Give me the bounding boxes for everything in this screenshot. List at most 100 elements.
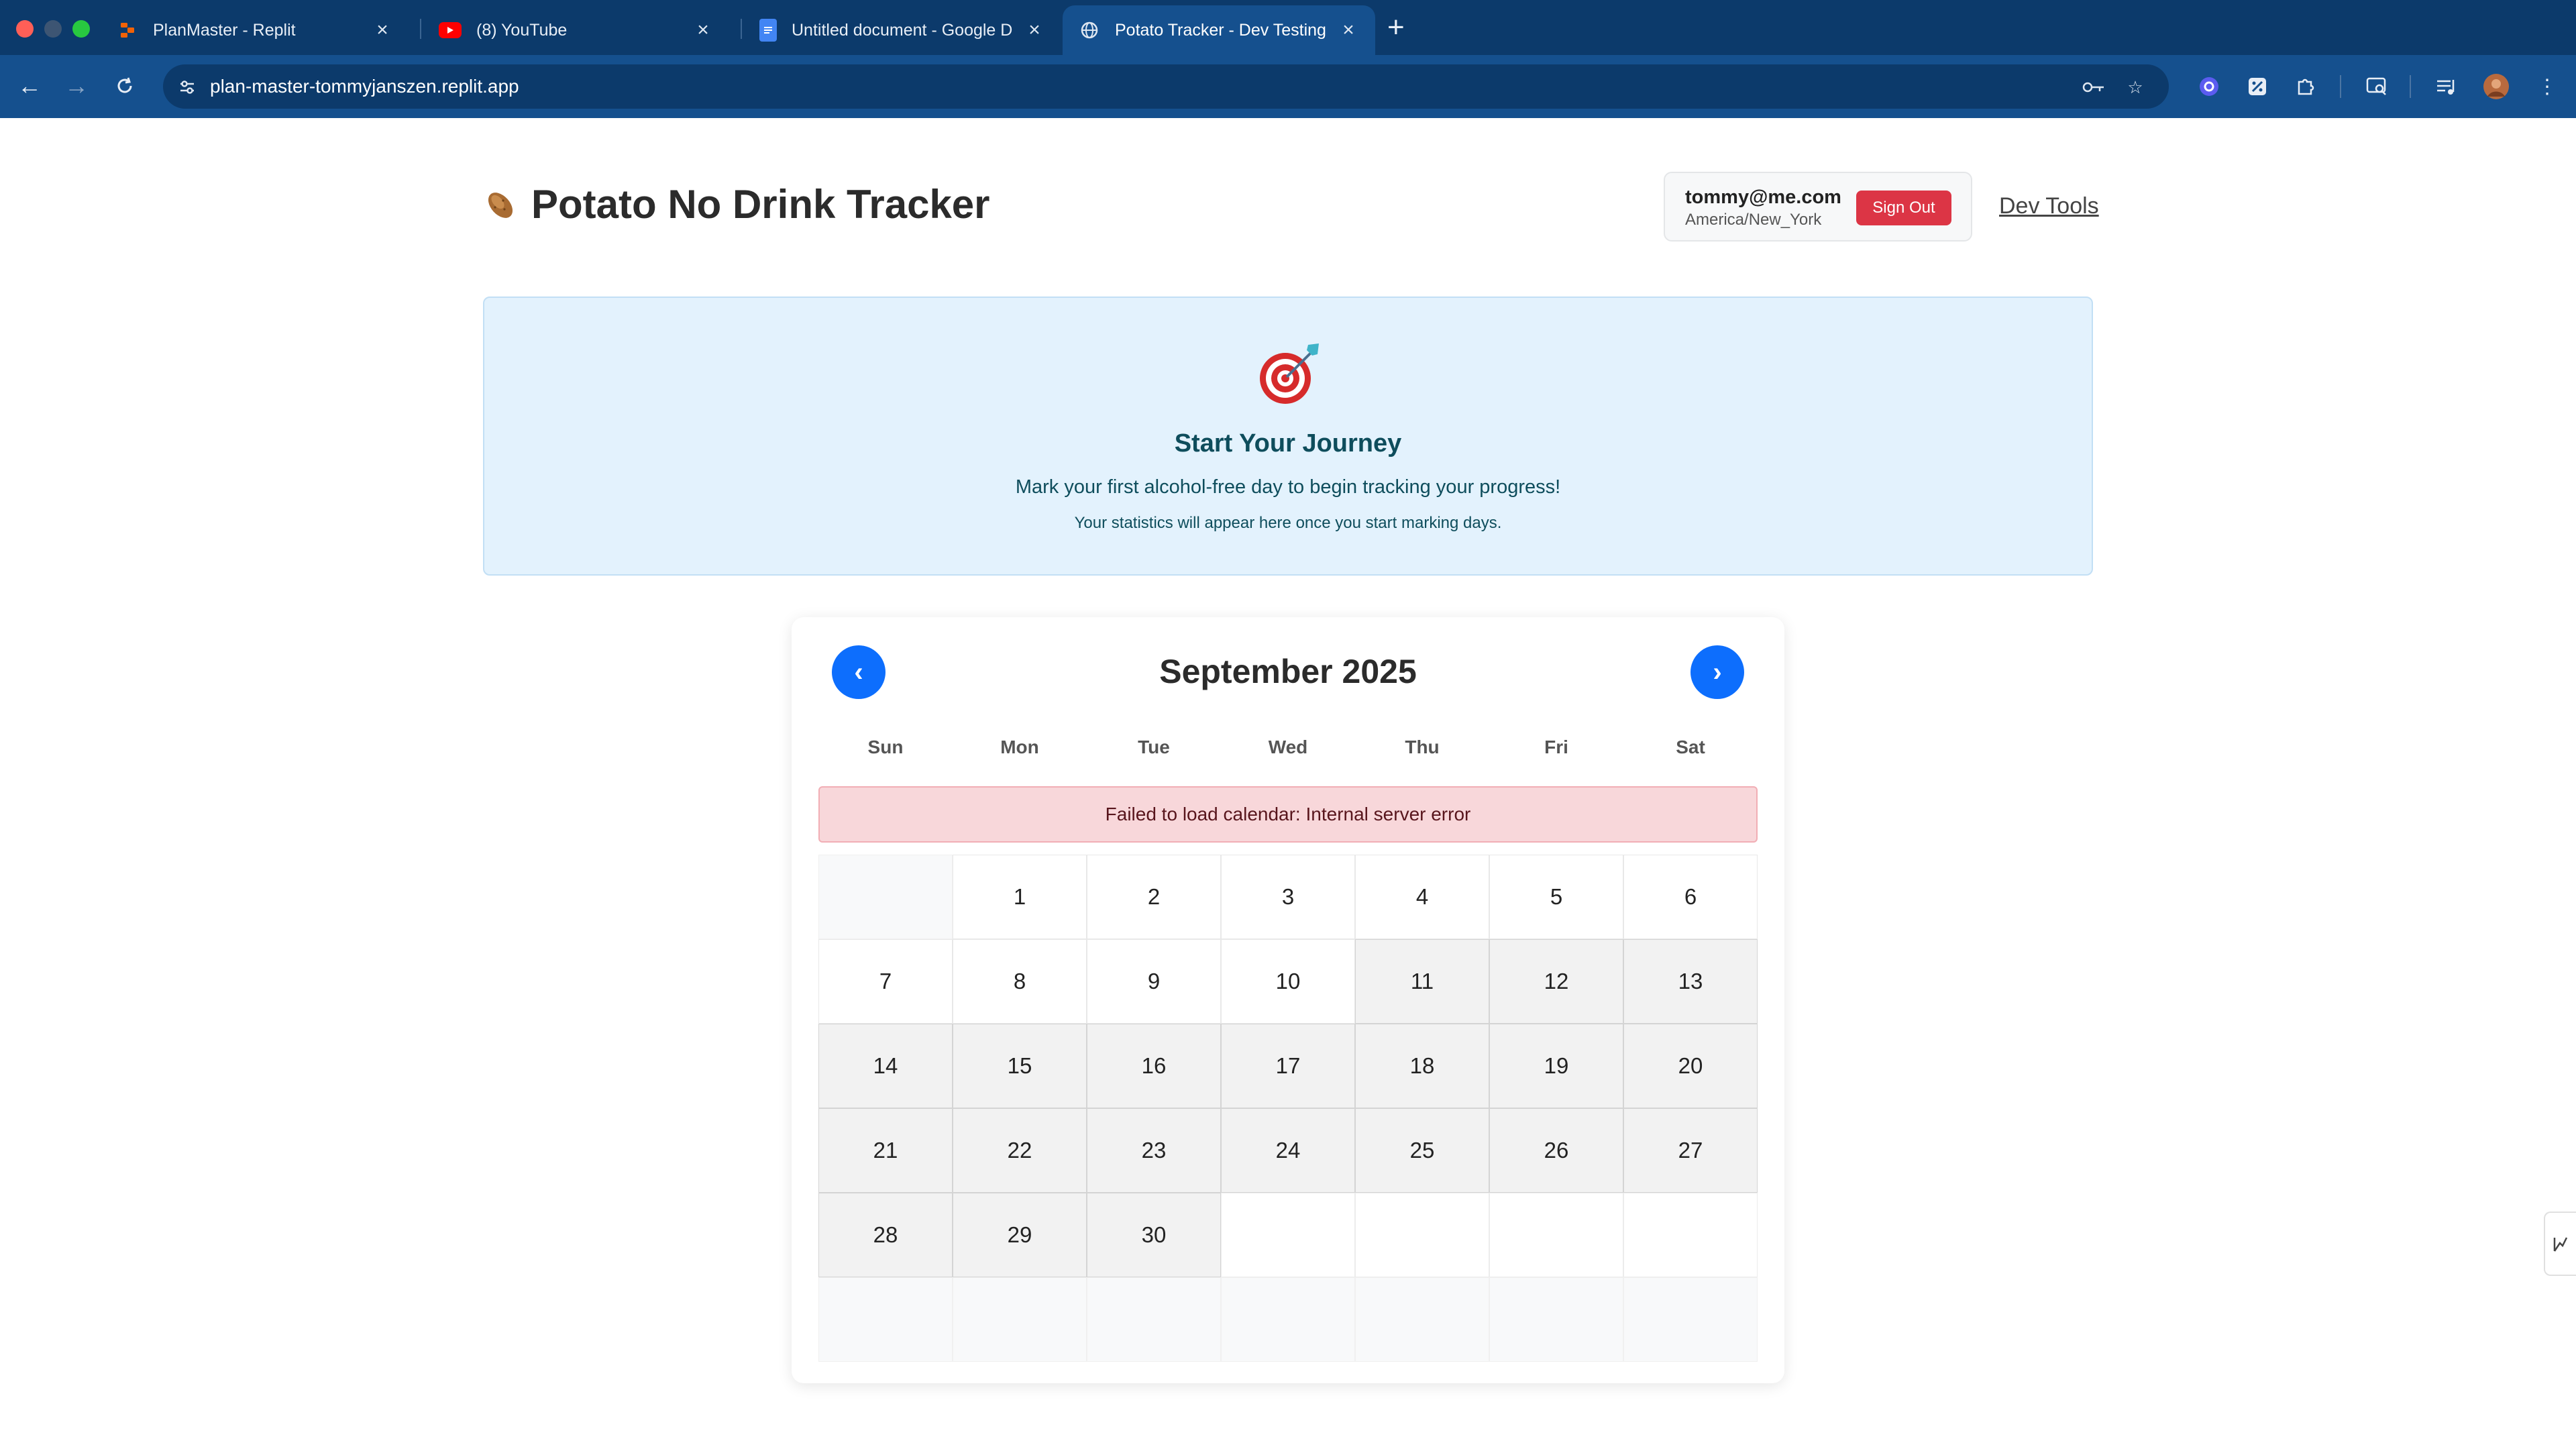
calendar-day-empty xyxy=(1489,1193,1623,1277)
extension-gear-icon[interactable] xyxy=(2195,72,2223,101)
extensions-puzzle-icon[interactable] xyxy=(2292,72,2320,101)
calendar-day[interactable]: 10 xyxy=(1221,939,1355,1024)
calendar-day[interactable]: 21 xyxy=(818,1108,953,1193)
journey-banner: Start Your Journey Mark your first alcoh… xyxy=(483,297,2093,576)
calendar-error-alert: Failed to load calendar: Internal server… xyxy=(818,786,1758,843)
calendar-day[interactable]: 2 xyxy=(1087,855,1221,939)
calendar-card: ‹ September 2025 › Sun Mon Tue Wed Thu F… xyxy=(792,617,1784,1383)
calendar-day-empty xyxy=(1489,1277,1623,1362)
calendar-grid: 1 2 3 4 5 6 7 8 9 10 11 12 13 14 15 16 1… xyxy=(818,855,1758,1362)
calendar-day[interactable]: 22 xyxy=(953,1108,1087,1193)
weekday-label: Wed xyxy=(1268,737,1308,757)
calendar-month-label: September 2025 xyxy=(1159,653,1417,690)
calendar-day[interactable]: 16 xyxy=(1087,1024,1221,1108)
calendar-day[interactable]: 20 xyxy=(1623,1024,1758,1108)
close-tab-icon[interactable]: × xyxy=(372,19,393,42)
page-title: Potato No Drink Tracker xyxy=(483,181,990,227)
extension-tool-icon[interactable] xyxy=(2243,72,2271,101)
close-window-button[interactable] xyxy=(16,20,34,38)
calendar-day[interactable]: 27 xyxy=(1623,1108,1758,1193)
close-tab-icon[interactable]: × xyxy=(692,19,714,42)
calendar-day-empty xyxy=(1623,1193,1758,1277)
user-timezone: America/New_York xyxy=(1685,211,1822,229)
site-settings-icon[interactable] xyxy=(175,75,199,99)
reload-icon[interactable] xyxy=(106,67,144,105)
calendar-day[interactable]: 4 xyxy=(1355,855,1489,939)
minimize-window-button[interactable] xyxy=(44,20,62,38)
user-info-panel: tommy@me.com America/New_York Sign Out xyxy=(1664,172,1972,241)
globe-icon xyxy=(1079,19,1100,41)
side-panel-handle-icon[interactable] xyxy=(2544,1212,2576,1276)
toolbar-divider xyxy=(2340,75,2341,98)
weekday-label: Sat xyxy=(1676,737,1705,757)
zoom-window-button[interactable] xyxy=(72,20,90,38)
user-email: tommy@me.com xyxy=(1685,186,1841,208)
calendar-day[interactable]: 13 xyxy=(1623,939,1758,1024)
browser-menu-icon[interactable]: ⋮ xyxy=(2533,72,2561,101)
calendar-day[interactable]: 8 xyxy=(953,939,1087,1024)
journey-title: Start Your Journey xyxy=(1174,429,1402,458)
browser-tab-youtube[interactable]: (8) YouTube × xyxy=(423,5,730,55)
weekday-label: Thu xyxy=(1405,737,1440,757)
tab-divider xyxy=(420,19,421,39)
calendar-day[interactable]: 17 xyxy=(1221,1024,1355,1108)
back-arrow-icon[interactable]: ← xyxy=(11,67,48,105)
calendar-day[interactable]: 11 xyxy=(1355,939,1489,1024)
calendar-day[interactable]: 28 xyxy=(818,1193,953,1277)
browser-toolbar: ← → plan-master-tommyjanszen.replit.app … xyxy=(0,55,2576,118)
browser-tab-potato-tracker[interactable]: Potato Tracker - Dev Testing × xyxy=(1063,5,1375,55)
url-text: plan-master-tommyjanszen.replit.app xyxy=(210,76,519,97)
calendar-day-empty xyxy=(1623,1277,1758,1362)
calendar-day-empty xyxy=(953,1277,1087,1362)
calendar-day[interactable]: 19 xyxy=(1489,1024,1623,1108)
tab-title: Untitled document - Google D xyxy=(792,20,1013,40)
weekday-label: Sun xyxy=(867,737,904,757)
browser-tab-replit[interactable]: PlanMaster - Replit × xyxy=(101,5,409,55)
browser-tab-google-docs[interactable]: Untitled document - Google D × xyxy=(743,5,1061,55)
target-icon xyxy=(1260,343,1319,404)
calendar-day[interactable]: 5 xyxy=(1489,855,1623,939)
password-key-icon[interactable] xyxy=(2082,75,2106,99)
calendar-day-empty xyxy=(1221,1193,1355,1277)
calendar-day[interactable]: 12 xyxy=(1489,939,1623,1024)
youtube-icon xyxy=(439,22,462,38)
google-docs-icon xyxy=(759,19,777,42)
new-tab-icon[interactable]: + xyxy=(1387,11,1405,44)
calendar-day[interactable]: 25 xyxy=(1355,1108,1489,1193)
close-tab-icon[interactable]: × xyxy=(1024,19,1045,42)
next-month-button[interactable]: › xyxy=(1690,645,1744,699)
close-tab-icon[interactable]: × xyxy=(1338,19,1359,42)
calendar-day[interactable]: 14 xyxy=(818,1024,953,1108)
address-bar[interactable]: plan-master-tommyjanszen.replit.app ☆ xyxy=(163,64,2169,109)
media-queue-icon[interactable] xyxy=(2432,72,2461,101)
calendar-day[interactable]: 15 xyxy=(953,1024,1087,1108)
tab-divider xyxy=(741,19,742,39)
calendar-day[interactable]: 23 xyxy=(1087,1108,1221,1193)
calendar-day-empty xyxy=(1221,1277,1355,1362)
sign-out-button[interactable]: Sign Out xyxy=(1856,191,1951,225)
calendar-day[interactable]: 18 xyxy=(1355,1024,1489,1108)
page-title-text: Potato No Drink Tracker xyxy=(531,182,990,227)
tab-title: (8) YouTube xyxy=(476,20,568,40)
dev-tools-link[interactable]: Dev Tools xyxy=(1999,193,2099,219)
replit-icon xyxy=(117,19,138,41)
journey-message: Mark your first alcohol-free day to begi… xyxy=(1015,476,1561,498)
calendar-day[interactable]: 3 xyxy=(1221,855,1355,939)
calendar-day-empty xyxy=(1355,1277,1489,1362)
weekday-label: Fri xyxy=(1544,737,1568,757)
calendar-day[interactable]: 30 xyxy=(1087,1193,1221,1277)
tab-search-icon[interactable] xyxy=(2363,72,2391,101)
bookmark-star-icon[interactable]: ☆ xyxy=(2123,75,2147,99)
forward-arrow-icon[interactable]: → xyxy=(58,67,95,105)
calendar-day[interactable]: 24 xyxy=(1221,1108,1355,1193)
calendar-day[interactable]: 26 xyxy=(1489,1108,1623,1193)
weekday-header: Sun Mon Tue Wed Thu Fri Sat xyxy=(818,737,1758,758)
calendar-day[interactable]: 29 xyxy=(953,1193,1087,1277)
calendar-day[interactable]: 7 xyxy=(818,939,953,1024)
profile-avatar[interactable] xyxy=(2482,72,2510,101)
calendar-day-empty xyxy=(1087,1277,1221,1362)
calendar-day[interactable]: 1 xyxy=(953,855,1087,939)
calendar-day[interactable]: 9 xyxy=(1087,939,1221,1024)
tab-title: Potato Tracker - Dev Testing xyxy=(1115,20,1326,40)
calendar-day[interactable]: 6 xyxy=(1623,855,1758,939)
